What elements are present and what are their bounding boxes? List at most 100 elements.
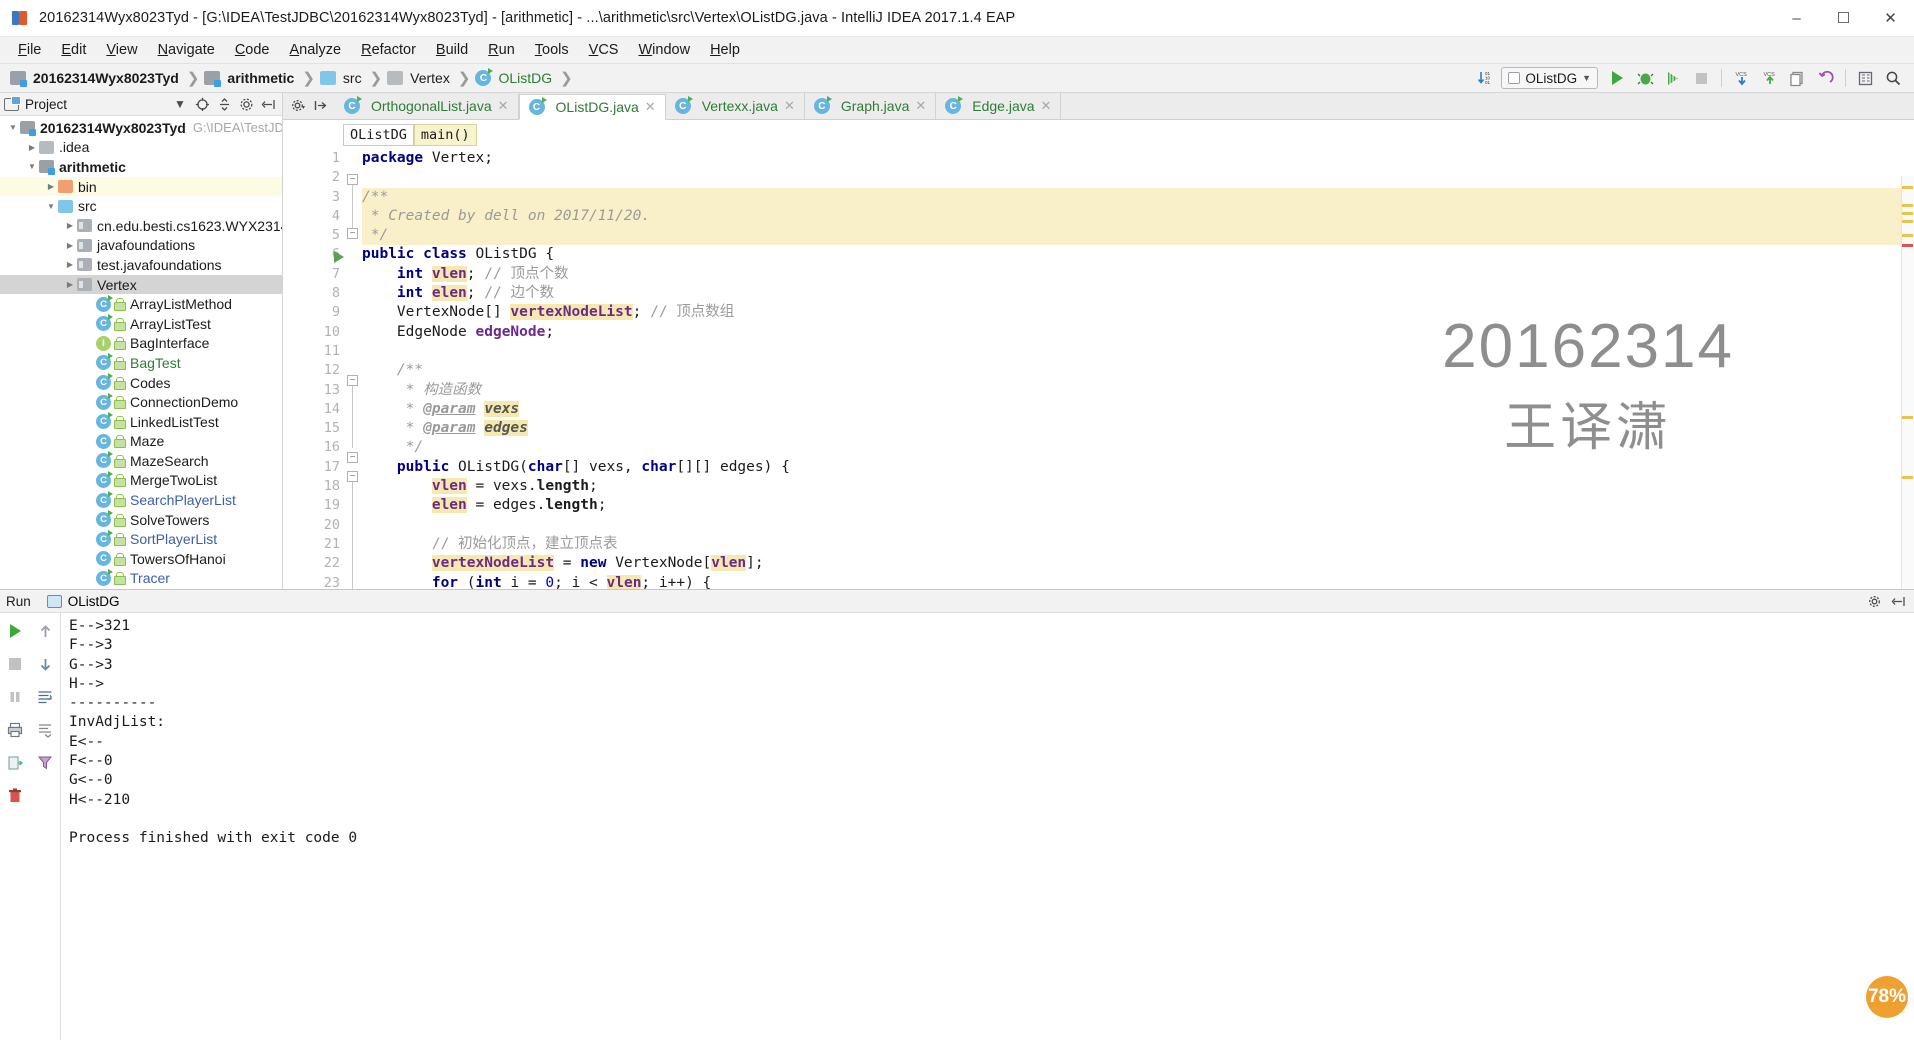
menu-code[interactable]: Code bbox=[225, 39, 280, 61]
print-icon[interactable] bbox=[3, 718, 27, 742]
tree-item-codes[interactable]: C Codes bbox=[0, 373, 282, 393]
fold-marker-method[interactable]: − bbox=[347, 471, 358, 482]
menu-navigate[interactable]: Navigate bbox=[148, 39, 225, 61]
tree-item--idea[interactable]: ▶ .idea bbox=[0, 138, 282, 158]
settings-icon[interactable] bbox=[1853, 67, 1878, 90]
run-icon[interactable] bbox=[1605, 67, 1630, 90]
tree-item-src[interactable]: ▼ src bbox=[0, 196, 282, 216]
code-line[interactable]: /** bbox=[362, 361, 1914, 380]
close-icon[interactable]: ✕ bbox=[498, 98, 509, 114]
tree-item-baginterface[interactable]: I BagInterface bbox=[0, 334, 282, 354]
soft-wrap-icon[interactable] bbox=[33, 685, 57, 709]
close-icon[interactable]: ✕ bbox=[645, 99, 656, 115]
code-line[interactable]: public class OListDG { bbox=[362, 245, 1914, 264]
menu-edit[interactable]: Edit bbox=[51, 39, 96, 61]
settings-icon[interactable] bbox=[1865, 592, 1885, 611]
tree-item-connectiondemo[interactable]: C ConnectionDemo bbox=[0, 392, 282, 412]
close-icon[interactable]: ✕ bbox=[915, 98, 926, 114]
close-icon[interactable]: ✕ bbox=[784, 98, 795, 114]
fold-marker-comment-open[interactable]: − bbox=[347, 174, 358, 185]
tree-item-solvetowers[interactable]: C SolveTowers bbox=[0, 510, 282, 530]
chevron-down-icon[interactable]: ▼ bbox=[44, 202, 58, 211]
run-tab-olistdg[interactable]: OListDG bbox=[46, 594, 120, 609]
menu-help[interactable]: Help bbox=[700, 39, 750, 61]
structure-crumb-main[interactable]: main() bbox=[413, 123, 477, 146]
tree-item-arraylistmethod[interactable]: C ArrayListMethod bbox=[0, 294, 282, 314]
search-everywhere-icon[interactable] bbox=[1881, 67, 1906, 90]
vcs-rollback-icon[interactable] bbox=[1813, 67, 1838, 90]
tree-item-vertex[interactable]: ▶ Vertex bbox=[0, 274, 282, 295]
code-line[interactable] bbox=[362, 342, 1914, 361]
debug-icon[interactable] bbox=[1633, 67, 1658, 90]
code-line[interactable] bbox=[362, 168, 1914, 187]
tree-item-mazesearch[interactable]: C MazeSearch bbox=[0, 451, 282, 471]
code-line[interactable]: public OListDG(char[] vexs, char[][] edg… bbox=[362, 458, 1914, 477]
close-icon[interactable]: ✕ bbox=[1041, 98, 1052, 114]
code-line[interactable]: int elen; // 边个数 bbox=[362, 284, 1914, 303]
tree-item-bagtest[interactable]: C BagTest bbox=[0, 353, 282, 373]
scroll-to-end-icon[interactable] bbox=[33, 718, 57, 742]
stop-icon[interactable] bbox=[3, 652, 27, 676]
tree-item-arithmetic[interactable]: ▼ arithmetic bbox=[0, 157, 282, 177]
breadcrumb-item-vertex[interactable]: Vertex bbox=[387, 70, 452, 86]
run-with-coverage-icon[interactable] bbox=[1661, 67, 1686, 90]
vcs-update-icon[interactable]: VCS bbox=[1729, 67, 1754, 90]
code-line[interactable]: * Created by dell on 2017/11/20. bbox=[362, 206, 1914, 227]
tree-item-test-javafoundations[interactable]: ▶ test.javafoundations bbox=[0, 255, 282, 275]
up-icon[interactable] bbox=[33, 619, 57, 643]
vcs-commit-icon[interactable]: VCS bbox=[1757, 67, 1782, 90]
chevron-down-icon[interactable]: ▼ bbox=[25, 162, 39, 171]
project-tree[interactable]: ▼ 20162314Wyx8023Tyd G:\IDEA\TestJDB ▶ .idea… bbox=[0, 116, 282, 589]
menu-run[interactable]: Run bbox=[478, 39, 525, 61]
code-line[interactable]: */ bbox=[362, 226, 1914, 246]
menu-build[interactable]: Build bbox=[426, 39, 478, 61]
menu-analyze[interactable]: Analyze bbox=[280, 39, 352, 61]
gear-icon[interactable]: ▾ bbox=[287, 95, 309, 117]
tree-item-linkedlisttest[interactable]: C LinkedListTest bbox=[0, 412, 282, 432]
collapse-all-icon[interactable] bbox=[214, 95, 234, 114]
menu-vcs[interactable]: VCS bbox=[579, 39, 629, 61]
target-icon[interactable] bbox=[192, 95, 212, 114]
fold-marker-javadoc-close[interactable]: − bbox=[347, 452, 358, 463]
breadcrumb-item-20162314wyx8023tyd[interactable]: 20162314Wyx8023Tyd bbox=[10, 70, 181, 87]
code-line[interactable]: * @param vexs bbox=[362, 400, 1914, 419]
code-line[interactable] bbox=[362, 516, 1914, 535]
tree-item-sortplayerlist[interactable]: C SortPlayerList bbox=[0, 529, 282, 549]
code-folding-column[interactable]: − − − − − bbox=[345, 149, 362, 589]
trash-icon[interactable] bbox=[3, 784, 27, 808]
editor-tab-orthogonallist[interactable]: C OrthogonalList.java ✕ bbox=[335, 93, 519, 119]
run-configuration-selector[interactable]: OListDG ▼ bbox=[1501, 67, 1598, 89]
tree-item-searchplayerlist[interactable]: C SearchPlayerList bbox=[0, 490, 282, 510]
code-line[interactable]: vertexNodeList = new VertexNode[vlen]; bbox=[362, 554, 1914, 573]
hide-icon[interactable] bbox=[258, 95, 278, 114]
tree-item-bin[interactable]: ▶ bin bbox=[0, 176, 282, 197]
code-line[interactable]: package Vertex; bbox=[362, 149, 1914, 168]
stop-icon[interactable] bbox=[1689, 67, 1714, 90]
menu-tools[interactable]: Tools bbox=[525, 39, 579, 61]
tree-item-cn-edu-besti-cs1623-wyx2314[interactable]: ▶ cn.edu.besti.cs1623.WYX2314 bbox=[0, 216, 282, 236]
tree-item-mergetwolist[interactable]: C MergeTwoList bbox=[0, 470, 282, 491]
chevron-right-icon[interactable]: ▶ bbox=[25, 143, 39, 152]
hide-icon[interactable] bbox=[1888, 592, 1908, 611]
code-line[interactable]: vlen = vexs.length; bbox=[362, 477, 1914, 496]
chevron-right-icon[interactable]: ▶ bbox=[63, 260, 77, 269]
tree-item-maze[interactable]: C Maze bbox=[0, 432, 282, 452]
down-icon[interactable] bbox=[33, 652, 57, 676]
breadcrumb-item-arithmetic[interactable]: arithmetic bbox=[204, 70, 296, 87]
code-line[interactable]: for (int i = 0; i < vlen; i++) { bbox=[362, 574, 1914, 589]
menu-view[interactable]: View bbox=[96, 39, 147, 61]
chevron-down-icon[interactable]: ▼ bbox=[6, 123, 20, 132]
run-gutter-icon[interactable] bbox=[334, 250, 344, 263]
tree-item-arraylisttest[interactable]: C ArrayListTest bbox=[0, 314, 282, 334]
code-line[interactable]: * @param edges bbox=[362, 419, 1914, 438]
pause-icon[interactable] bbox=[3, 685, 27, 709]
chevron-down-icon[interactable]: ▼ bbox=[170, 95, 190, 114]
source-code[interactable]: package Vertex; /** * Created by dell on… bbox=[334, 149, 1914, 589]
close-button[interactable]: ✕ bbox=[1867, 0, 1914, 36]
breadcrumb-item-olistdg[interactable]: C OListDG bbox=[475, 68, 554, 86]
tree-item-towersofhanoi[interactable]: C TowersOfHanoi bbox=[0, 549, 282, 569]
chevron-right-icon[interactable]: ▶ bbox=[63, 221, 77, 230]
editor-tab-vertexx[interactable]: C Vertexx.java ✕ bbox=[665, 93, 805, 119]
breadcrumb-item-src[interactable]: src bbox=[319, 70, 364, 86]
tree-item-tracer[interactable]: C Tracer bbox=[0, 568, 282, 589]
